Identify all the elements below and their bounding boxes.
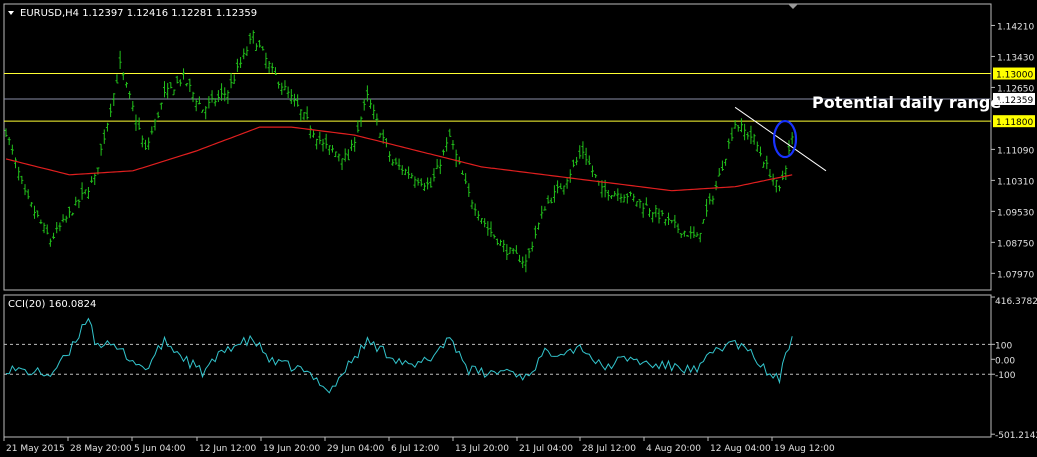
x-tick-label: 21 Jul 04:00 bbox=[519, 444, 573, 454]
price-pane-title: EURUSD,H4 1.12397 1.12416 1.12281 1.1235… bbox=[20, 8, 257, 19]
x-tick-label: 6 Jul 12:00 bbox=[391, 444, 440, 454]
y-tick-label: 1.08750 bbox=[997, 239, 1034, 249]
y-tick-label: 1.13430 bbox=[997, 53, 1034, 63]
current-price-label: 1.12359 bbox=[996, 96, 1033, 106]
cci-tick-label: 0.00 bbox=[995, 356, 1015, 366]
y-tick-label: 1.10310 bbox=[997, 177, 1034, 187]
x-tick-label: 28 May 20:00 bbox=[70, 444, 132, 454]
x-tick-label: 29 Jun 04:00 bbox=[327, 444, 384, 454]
y-tick-label: 1.07970 bbox=[997, 270, 1034, 280]
x-tick-label: 19 Aug 12:00 bbox=[774, 444, 835, 454]
annotation-text: Potential daily range bbox=[812, 93, 1001, 112]
cci-tick-label: -100 bbox=[995, 371, 1016, 381]
level-label: 1.13000 bbox=[996, 71, 1033, 81]
x-tick-label: 28 Jul 12:00 bbox=[582, 444, 636, 454]
x-tick-label: 4 Aug 20:00 bbox=[646, 444, 701, 454]
x-tick-label: 21 May 2015 bbox=[6, 444, 65, 454]
cci-tick-label: -501.2142 bbox=[995, 431, 1037, 441]
cci-pane-title: CCI(20) 160.0824 bbox=[8, 299, 96, 310]
chart-canvas: 1.14210 1.13430 1.12650 1.11090 1.10310 1.095… bbox=[0, 0, 1037, 457]
level-label: 1.11800 bbox=[996, 118, 1033, 128]
y-tick-label: 1.12650 bbox=[997, 84, 1034, 94]
cci-tick-label: 100 bbox=[995, 341, 1012, 351]
x-tick-label: 12 Jun 12:00 bbox=[199, 444, 256, 454]
y-tick-label: 1.11090 bbox=[997, 146, 1034, 156]
cci-tick-label: 416.3782 bbox=[995, 297, 1037, 307]
y-tick-label: 1.14210 bbox=[997, 22, 1034, 32]
x-tick-label: 19 Jun 20:00 bbox=[263, 444, 320, 454]
y-tick-label: 1.09530 bbox=[997, 208, 1034, 218]
chart-background bbox=[0, 0, 1037, 457]
x-tick-label: 12 Aug 04:00 bbox=[710, 444, 771, 454]
x-tick-label: 13 Jul 20:00 bbox=[455, 444, 509, 454]
x-tick-label: 5 Jun 04:00 bbox=[134, 444, 186, 454]
